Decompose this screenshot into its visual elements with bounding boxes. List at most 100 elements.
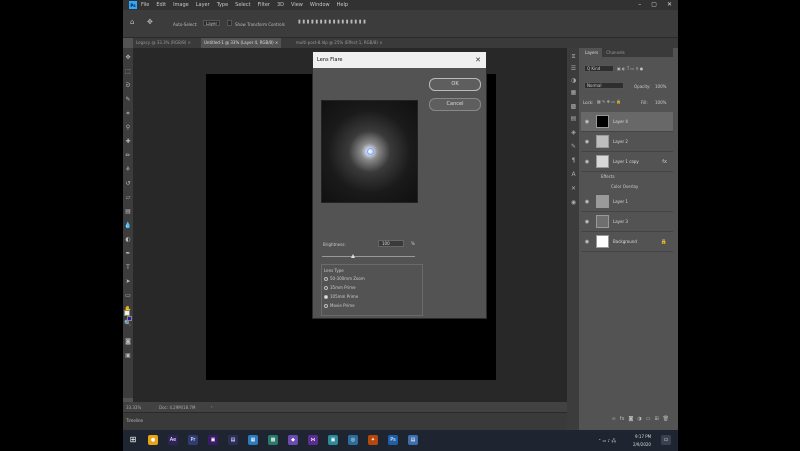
character-icon[interactable]: A	[570, 171, 577, 178]
quick-mask-icon[interactable]: ◙	[124, 338, 132, 346]
maximize-button[interactable]: ▢	[651, 1, 657, 8]
adjustments-icon[interactable]: ◑	[570, 77, 577, 84]
home-icon[interactable]: ⌂	[130, 18, 134, 26]
menu-view[interactable]: View	[291, 2, 303, 8]
lens-option-50-300mm[interactable]: 50-300mm Zoom	[324, 276, 365, 281]
clone-stamp-icon[interactable]: ⚘	[124, 166, 132, 174]
visibility-eye-icon[interactable]: ◉	[583, 239, 591, 245]
align-icons[interactable]: ▮ ▮ ▮ ▮ ▮ ▮ ▮ ▮ ▮ ▮ ▮ ▮ ▮ ▮ ▮ ▮	[298, 19, 366, 25]
app-icon-6[interactable]: ◎	[348, 435, 358, 445]
windows-start-icon[interactable]: ⊞	[128, 435, 138, 445]
layer-effects-badge[interactable]: fx	[662, 159, 667, 165]
menu-3d[interactable]: 3D	[277, 2, 284, 8]
close-icon[interactable]: ✕	[475, 52, 481, 68]
menu-file[interactable]: File	[141, 2, 149, 8]
layer-row[interactable]: ◉ Layer 2	[581, 132, 673, 152]
path-select-icon[interactable]: ➤	[124, 278, 132, 286]
transform-icon[interactable]: ✕	[570, 185, 577, 192]
photoshop-taskbar-icon[interactable]: Ps	[388, 435, 398, 445]
visibility-eye-icon[interactable]: ◉	[583, 219, 591, 225]
app-icon-2[interactable]: ▤	[228, 435, 238, 445]
lock-icons[interactable]: ▩ ✎ ✥ ▭ 🔒	[597, 99, 621, 104]
blend-mode-dropdown[interactable]: Normal	[584, 82, 624, 89]
zoom-level[interactable]: 33.33%	[126, 405, 141, 410]
eraser-tool-icon[interactable]: ▱	[124, 194, 132, 202]
brightness-slider[interactable]	[322, 254, 415, 258]
app-icon[interactable]: ▣	[208, 435, 218, 445]
app-icon-5[interactable]: ▣	[328, 435, 338, 445]
brightness-input[interactable]: 100	[378, 240, 404, 247]
navigator-icon[interactable]: ◉	[570, 199, 577, 206]
brush-settings-icon[interactable]: ✎	[570, 143, 577, 150]
app-icon-4[interactable]: ◆	[288, 435, 298, 445]
explorer-icon[interactable]: ▦	[248, 435, 258, 445]
premiere-icon[interactable]: Pr	[188, 435, 198, 445]
menu-type[interactable]: Type	[217, 2, 228, 8]
add-style-icon[interactable]: fx	[620, 416, 625, 426]
radio-button[interactable]	[324, 276, 328, 281]
menu-filter[interactable]: Filter	[258, 2, 270, 8]
layer-row[interactable]: ◉ Layer 1	[581, 192, 673, 212]
app-icon-3[interactable]: ▩	[268, 435, 278, 445]
timeline-label[interactable]: Timeline	[126, 418, 143, 423]
gradient-tool-icon[interactable]: ▤	[124, 208, 132, 216]
visibility-eye-icon[interactable]: ◉	[583, 159, 591, 165]
clock-time[interactable]: 9:17 PM	[635, 434, 651, 439]
effects-label[interactable]: Effects	[601, 174, 615, 179]
quick-select-icon[interactable]: ✎	[124, 96, 132, 104]
visibility-eye-icon[interactable]: ◉	[583, 199, 591, 205]
layer-row[interactable]: ◉ Layer 1 copy fx	[581, 152, 673, 172]
radio-button-selected[interactable]	[324, 294, 328, 299]
flare-preview[interactable]	[321, 100, 418, 203]
ok-button[interactable]: OK	[429, 78, 481, 91]
visual-studio-icon[interactable]: ⋈	[308, 435, 318, 445]
cancel-button[interactable]: Cancel	[429, 98, 481, 111]
menu-window[interactable]: Window	[310, 2, 330, 8]
new-group-icon[interactable]: ▭	[646, 416, 651, 426]
radio-button[interactable]	[324, 303, 328, 308]
add-mask-icon[interactable]: ◙	[628, 416, 633, 426]
fill-value[interactable]: 100%	[655, 100, 666, 105]
libraries-icon[interactable]: ▤	[570, 115, 577, 122]
menu-edit[interactable]: Edit	[156, 2, 166, 8]
new-adjustment-icon[interactable]: ◑	[637, 416, 641, 426]
opacity-value[interactable]: 100%	[655, 84, 666, 89]
visibility-eye-icon[interactable]: ◉	[583, 139, 591, 145]
lens-option-105mm[interactable]: 105mm Prime	[324, 294, 358, 299]
healing-brush-icon[interactable]: ✚	[124, 138, 132, 146]
color-icon[interactable]: ▦	[570, 89, 577, 96]
filter-icons[interactable]: ▣ ◐ T ▭ ⚲ ●	[617, 66, 643, 71]
zoom-tool-icon[interactable]: 🔍	[124, 320, 132, 328]
eyedropper-icon[interactable]: ⚲	[124, 124, 132, 132]
history-icon[interactable]: ⧖	[570, 53, 577, 60]
menu-select[interactable]: Select	[235, 2, 250, 8]
clock-date[interactable]: 2/9/2020	[633, 442, 651, 447]
notification-icon[interactable]: ▭	[661, 435, 671, 445]
menu-help[interactable]: Help	[337, 2, 348, 8]
history-brush-icon[interactable]: ↺	[124, 180, 132, 188]
color-overlay-effect[interactable]: Color Overlay	[611, 184, 638, 189]
crop-tool-icon[interactable]: ⌗	[124, 110, 132, 118]
marquee-tool-icon[interactable]: ⬚	[124, 68, 132, 76]
tab-layers[interactable]: Layers	[581, 48, 603, 57]
app-icon-8[interactable]: ▤	[408, 435, 418, 445]
dodge-tool-icon[interactable]: ◐	[124, 236, 132, 244]
tab-channels[interactable]: Channels	[602, 48, 629, 57]
lens-option-movie[interactable]: Movie Prime	[324, 303, 355, 308]
status-arrow-icon[interactable]: ›	[211, 404, 213, 409]
lasso-tool-icon[interactable]: ᘐ	[124, 82, 132, 90]
new-layer-icon[interactable]: ⊞	[654, 416, 658, 426]
move-tool-icon[interactable]: ✥	[124, 54, 132, 62]
layer-row[interactable]: ◉ Background 🔒	[581, 232, 673, 252]
layer-filter-dropdown[interactable]: Q Kind	[584, 65, 614, 72]
properties-icon[interactable]: ☰	[570, 65, 577, 72]
transform-checkbox[interactable]	[227, 20, 232, 26]
brightness-slider-thumb[interactable]	[350, 254, 355, 258]
background-color-swatch[interactable]	[127, 316, 132, 321]
type-tool-icon[interactable]: T	[124, 264, 132, 272]
visibility-eye-icon[interactable]: ◉	[583, 119, 591, 125]
minimize-button[interactable]: –	[638, 1, 641, 8]
tray-icons[interactable]: ⌃ ▭ ♪ 🖧	[598, 438, 616, 445]
chrome-icon[interactable]: ●	[148, 435, 158, 445]
radio-button[interactable]	[324, 285, 328, 290]
